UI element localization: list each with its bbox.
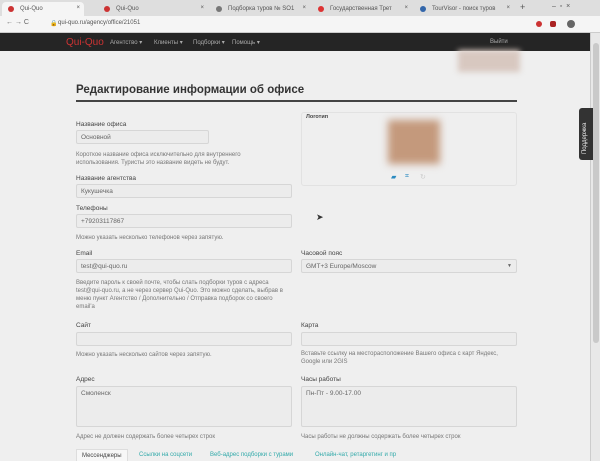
favicon-icon	[104, 6, 110, 12]
address-bar: ← → C 🔒 qui-quo.ru/agency/office/21051	[0, 16, 600, 33]
window-controls-icon[interactable]: – ▫ ×	[552, 3, 570, 10]
reset-icon[interactable]: ↻	[420, 173, 426, 181]
close-icon[interactable]: ×	[506, 5, 510, 11]
office-name-input[interactable]: Основной	[76, 130, 209, 144]
map-input[interactable]	[301, 332, 517, 346]
address-textarea[interactable]: Смоленск	[76, 386, 292, 427]
agency-name-label: Название агентства	[76, 175, 137, 182]
email-help: Введите пароль к своей почте, чтобы слат…	[76, 280, 283, 310]
browser-tab[interactable]: Qui-Quo ×	[98, 2, 208, 16]
browser-tab-bar: Qui-Quo × Qui-Quo × Подборка туров № SO1 × …	[0, 0, 600, 16]
nav-selections[interactable]: Подборки ▾	[193, 39, 225, 46]
favicon-icon	[318, 6, 324, 12]
tab-online-chat[interactable]: Онлайн-чат, ретаргетинг и пр	[310, 449, 401, 461]
page-title: Редактирование информации об офисе	[76, 84, 305, 96]
hours-textarea[interactable]: Пн-Пт - 9.00-17.00	[301, 386, 517, 427]
close-icon[interactable]: ×	[302, 5, 306, 11]
map-label: Карта	[301, 322, 319, 329]
timezone-label: Часовой пояс	[301, 250, 343, 257]
tab-title: Qui-Quo	[20, 6, 43, 12]
scrollbar[interactable]	[590, 33, 600, 461]
office-name-label: Название офиса	[76, 121, 127, 128]
profile-icon[interactable]	[567, 20, 575, 28]
support-label: Поддержка	[582, 122, 588, 154]
new-tab-icon[interactable]: +	[520, 2, 525, 12]
hours-label: Часы работы	[301, 376, 341, 383]
favicon-icon	[8, 6, 14, 12]
email-label: Email	[76, 250, 93, 257]
browser-tab[interactable]: Государственная Трет ×	[312, 2, 412, 16]
extension-icon[interactable]	[536, 21, 542, 27]
browser-tab[interactable]: TourVisor - поиск туров ×	[414, 2, 514, 16]
crop-icon[interactable]: ⌗	[405, 173, 409, 181]
url-input[interactable]: qui-quo.ru/agency/office/21051	[58, 20, 140, 26]
timezone-select[interactable]: GMT+3 Europe/Moscow ▼	[301, 259, 517, 273]
tab-title: Qui-Quo	[116, 6, 139, 12]
phones-input[interactable]: +79203117867	[76, 214, 292, 228]
back-forward-reload-icon[interactable]: ← → C	[6, 19, 29, 26]
email-input[interactable]: test@qui-quo.ru	[76, 259, 292, 273]
address-label: Адрес	[76, 376, 95, 383]
browser-tab[interactable]: Qui-Quo ×	[2, 2, 84, 16]
nav-agency[interactable]: Агентство ▾	[110, 39, 142, 46]
logo[interactable]: Qui-Quo	[66, 37, 104, 48]
office-name-help: Короткое название офиса исключительно дл…	[76, 152, 241, 166]
divider	[76, 100, 517, 102]
close-icon[interactable]: ×	[404, 5, 408, 11]
address-help: Адрес не должен содержать более четырех …	[76, 434, 215, 440]
site-input[interactable]	[76, 332, 292, 346]
tab-web-address[interactable]: Веб-адрес подборки с турами	[205, 449, 298, 461]
tab-messengers[interactable]: Мессенджеры	[76, 449, 128, 461]
logo-label: Логотип	[306, 114, 329, 120]
phones-label: Телефоны	[76, 205, 108, 212]
hours-help: Часы работы не должны содержать более че…	[301, 434, 461, 440]
site-help: Можно указать несколько сайтов через зап…	[76, 352, 212, 358]
browser-tab[interactable]: Подборка туров № SO1 ×	[210, 2, 310, 16]
nav-clients[interactable]: Клиенты ▾	[154, 39, 183, 46]
scrollbar-thumb[interactable]	[593, 43, 599, 343]
tab-title: Государственная Трет	[330, 6, 392, 12]
support-button[interactable]: Поддержка	[579, 108, 593, 160]
favicon-icon	[420, 6, 426, 12]
tab-title: TourVisor - поиск туров	[432, 6, 496, 12]
extension-icon[interactable]	[550, 21, 556, 27]
folder-icon[interactable]: ▰	[391, 173, 396, 181]
close-icon[interactable]: ×	[200, 5, 204, 11]
phones-help: Можно указать несколько телефонов через …	[76, 235, 224, 241]
logo-image	[388, 120, 440, 164]
nav-help[interactable]: Помощь ▾	[232, 39, 260, 46]
close-icon[interactable]: ×	[76, 5, 80, 11]
logout-link[interactable]: Выйти	[490, 39, 508, 45]
agency-name-input[interactable]: Кукушечка	[76, 184, 292, 198]
timezone-value: GMT+3 Europe/Moscow	[306, 263, 377, 270]
lock-icon: 🔒	[50, 21, 58, 27]
mouse-cursor-icon: ➤	[316, 212, 324, 222]
tab-social-links[interactable]: Ссылки на соцсети	[134, 449, 197, 461]
tab-title: Подборка туров № SO1	[228, 6, 295, 12]
dropdown-icon: ▼	[507, 263, 512, 269]
user-avatar	[458, 50, 520, 72]
favicon-icon	[216, 6, 222, 12]
map-help: Вставьте ссылку на месторасположение Ваш…	[301, 351, 498, 365]
site-label: Сайт	[76, 322, 91, 329]
